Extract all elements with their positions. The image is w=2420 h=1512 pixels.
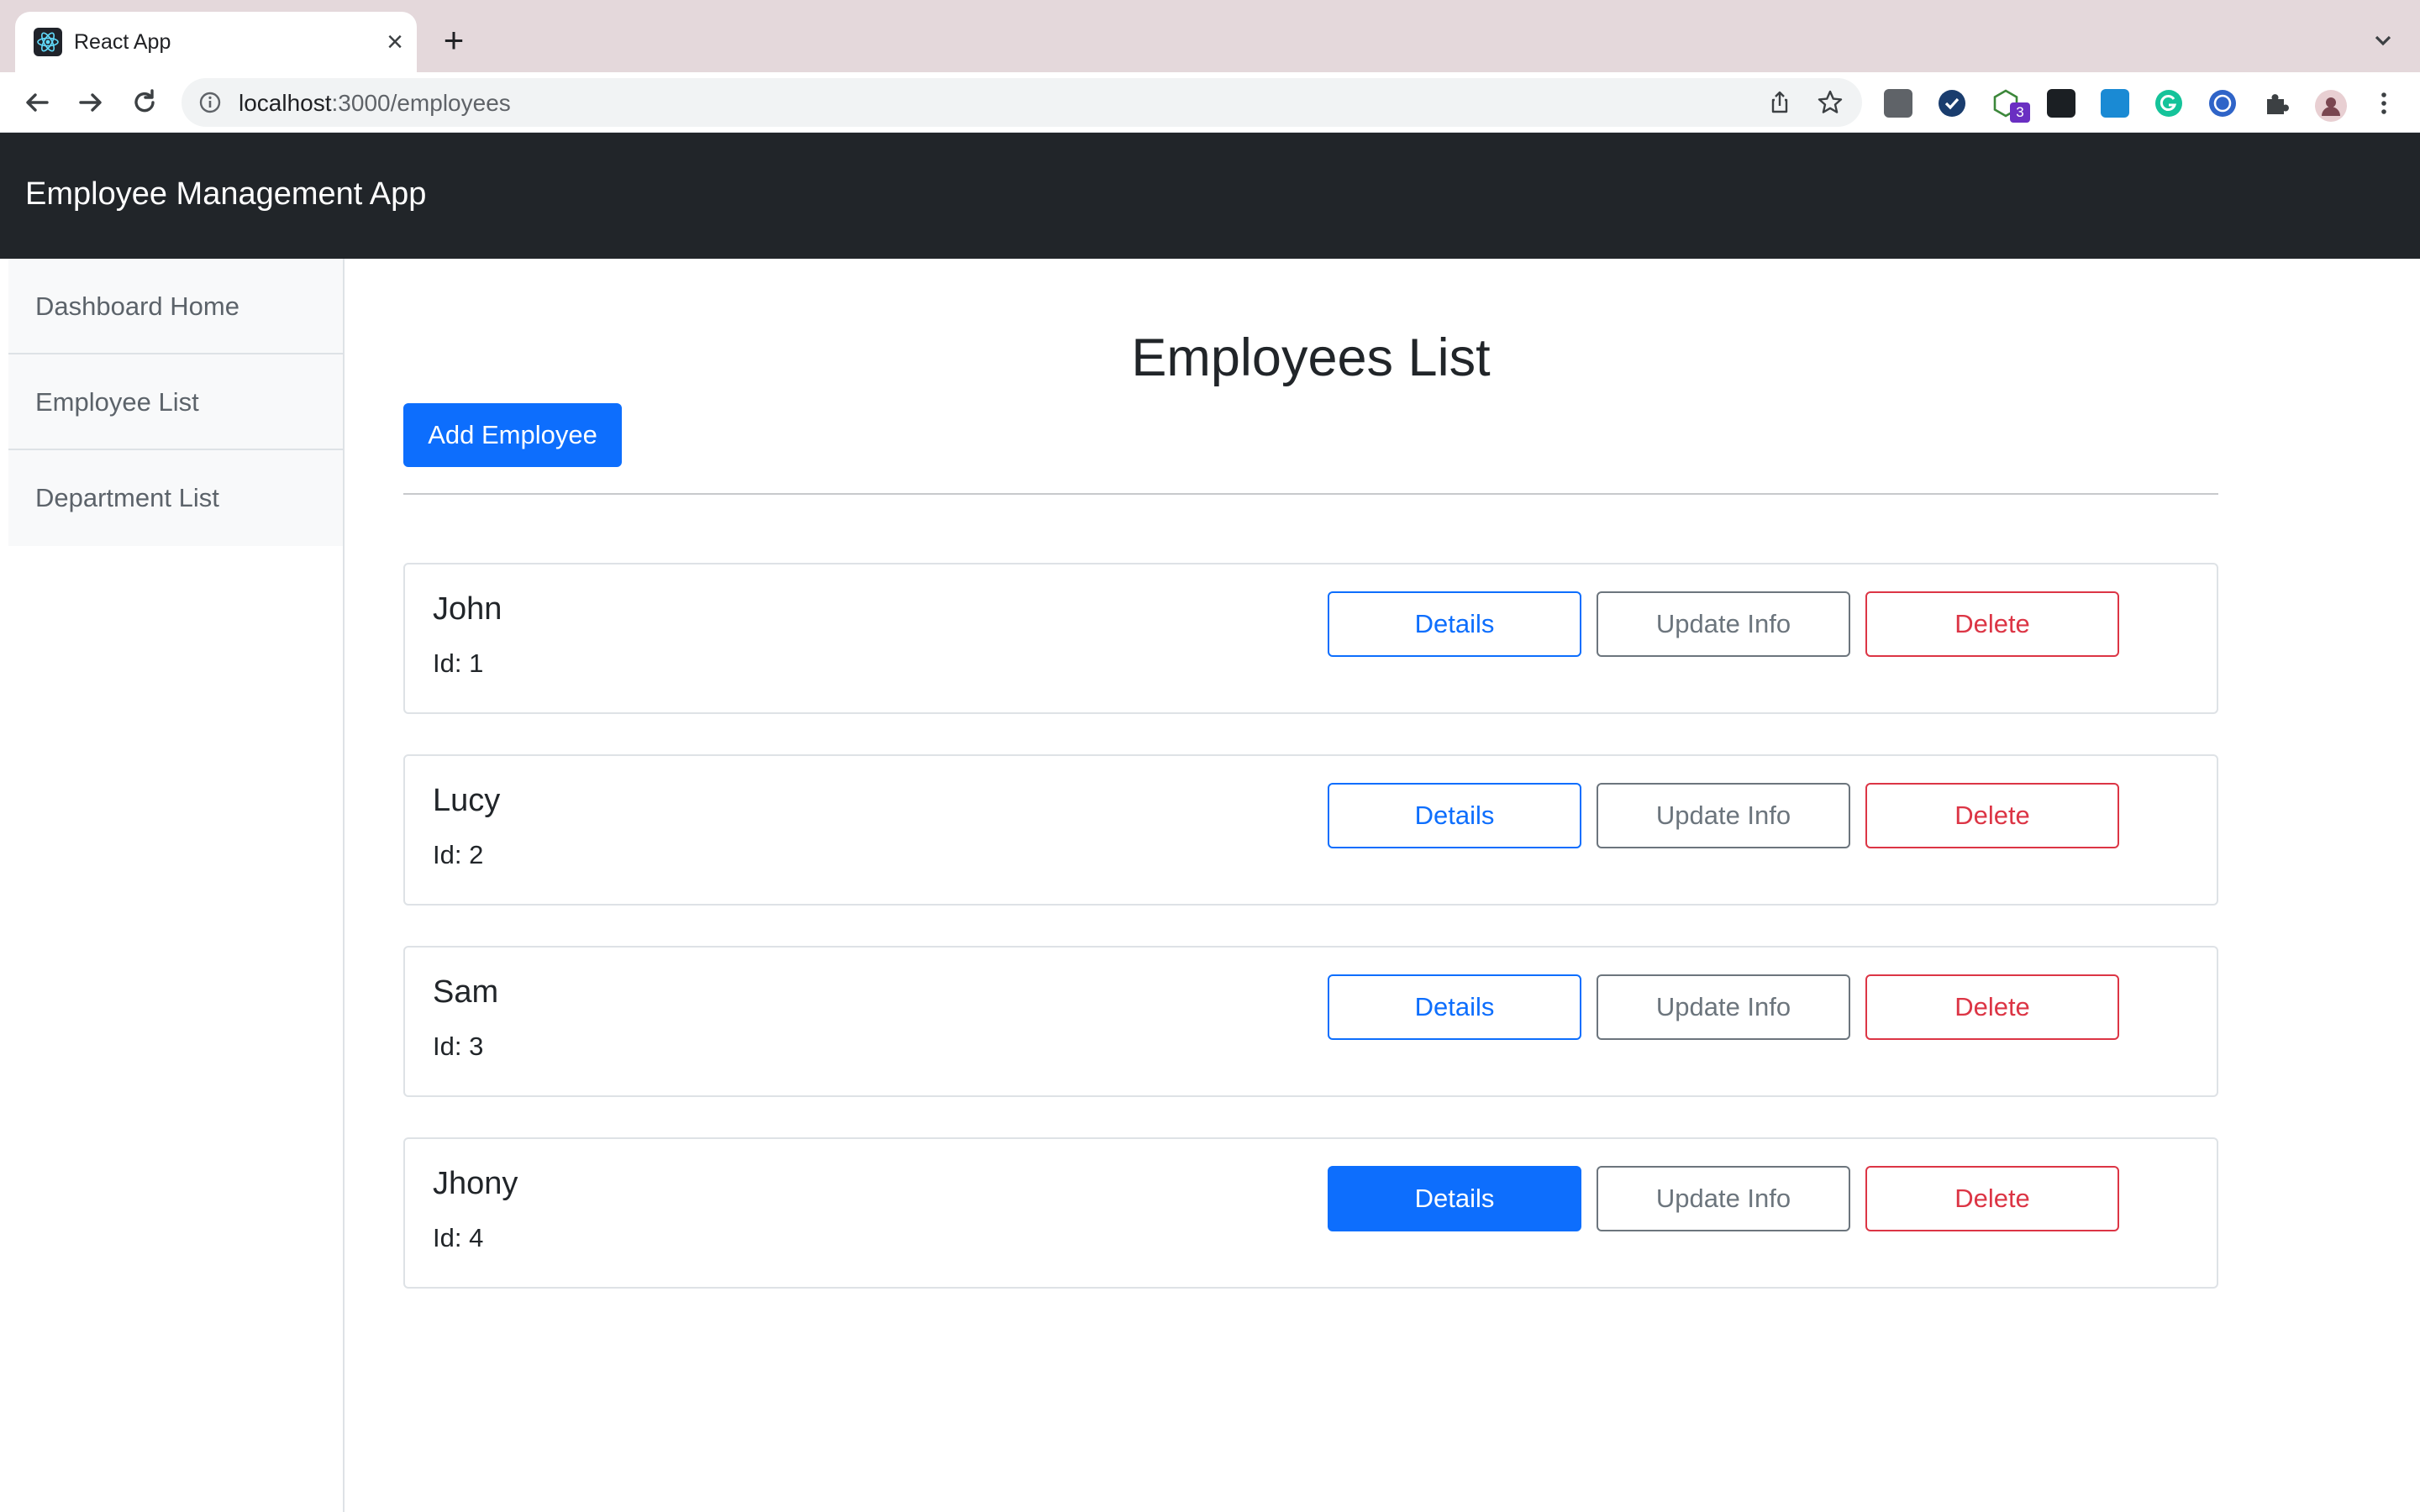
- reload-icon[interactable]: [126, 84, 163, 121]
- close-tab-icon[interactable]: ×: [378, 25, 412, 59]
- browser-tab-strip: React App × +: [0, 0, 2420, 72]
- employee-id: Id: 1: [433, 648, 484, 678]
- checkmark-extension-icon[interactable]: [1938, 89, 1966, 118]
- delete-button[interactable]: Delete: [1865, 974, 2119, 1040]
- employee-card: Sam Id: 3 Details Update Info Delete: [403, 946, 2218, 1097]
- update-info-button[interactable]: Update Info: [1597, 1166, 1850, 1231]
- sidebar-item-employee-list[interactable]: Employee List: [8, 354, 343, 450]
- terminal-extension-icon[interactable]: [2047, 89, 2075, 118]
- sidebar-item-label: Employee List: [35, 387, 199, 417]
- url-path: :3000/employees: [331, 90, 511, 116]
- add-employee-button[interactable]: Add Employee: [403, 403, 622, 467]
- share-icon[interactable]: [1766, 89, 1793, 116]
- details-button[interactable]: Details: [1328, 783, 1581, 848]
- extension-icon[interactable]: [1884, 89, 1912, 118]
- employee-name: John: [433, 591, 502, 627]
- forward-arrow-icon[interactable]: [72, 84, 109, 121]
- sidebar-item-department-list[interactable]: Department List: [8, 450, 343, 546]
- site-info-icon[interactable]: [198, 91, 222, 118]
- extension-badge: 3: [2010, 102, 2030, 123]
- react-favicon-icon: [34, 28, 62, 56]
- chevron-down-icon[interactable]: [2366, 24, 2400, 57]
- employee-id: Id: 2: [433, 840, 484, 869]
- employee-name: Sam: [433, 974, 499, 1010]
- details-button[interactable]: Details: [1328, 1166, 1581, 1231]
- update-info-button[interactable]: Update Info: [1597, 974, 1850, 1040]
- employee-card: Lucy Id: 2 Details Update Info Delete: [403, 754, 2218, 906]
- sidebar-item-label: Dashboard Home: [35, 291, 239, 321]
- browser-tab[interactable]: React App ×: [15, 12, 417, 72]
- back-arrow-icon[interactable]: [18, 84, 55, 121]
- browser-toolbar: localhost:3000/employees 3: [0, 72, 2420, 133]
- employee-card: Jhony Id: 4 Details Update Info Delete: [403, 1137, 2218, 1289]
- divider: [403, 493, 2218, 495]
- translate-extension-icon[interactable]: [2101, 89, 2129, 118]
- grammarly-icon[interactable]: [2154, 89, 2183, 118]
- details-button[interactable]: Details: [1328, 591, 1581, 657]
- profile-avatar-icon[interactable]: [2314, 89, 2347, 122]
- url-text: localhost:3000/employees: [239, 90, 511, 117]
- app-brand[interactable]: Employee Management App: [25, 176, 426, 213]
- details-button[interactable]: Details: [1328, 974, 1581, 1040]
- employee-card: John Id: 1 Details Update Info Delete: [403, 563, 2218, 714]
- update-info-button[interactable]: Update Info: [1597, 783, 1850, 848]
- update-info-button[interactable]: Update Info: [1597, 591, 1850, 657]
- delete-button[interactable]: Delete: [1865, 783, 2119, 848]
- compass-extension-icon[interactable]: [2208, 89, 2237, 118]
- puzzle-extensions-icon[interactable]: [2262, 89, 2291, 118]
- address-bar[interactable]: localhost:3000/employees: [182, 78, 1862, 127]
- employee-name: Lucy: [433, 783, 501, 818]
- delete-button[interactable]: Delete: [1865, 1166, 2119, 1231]
- sidebar-item-label: Department List: [35, 483, 219, 512]
- bookmark-star-icon[interactable]: [1817, 89, 1844, 116]
- page-title: Employees List: [1131, 328, 1491, 387]
- new-tab-icon[interactable]: +: [435, 22, 472, 59]
- employee-id: Id: 4: [433, 1223, 484, 1252]
- sidebar-item-dashboard-home[interactable]: Dashboard Home: [8, 259, 343, 354]
- employee-name: Jhony: [433, 1166, 518, 1201]
- employee-id: Id: 3: [433, 1032, 484, 1061]
- browser-menu-icon[interactable]: [2370, 89, 2398, 118]
- app-navbar: Employee Management App: [0, 133, 2420, 259]
- tab-title: React App: [74, 30, 171, 54]
- sidebar: Dashboard Home Employee List Department …: [0, 259, 345, 1512]
- delete-button[interactable]: Delete: [1865, 591, 2119, 657]
- url-host: localhost: [239, 90, 332, 116]
